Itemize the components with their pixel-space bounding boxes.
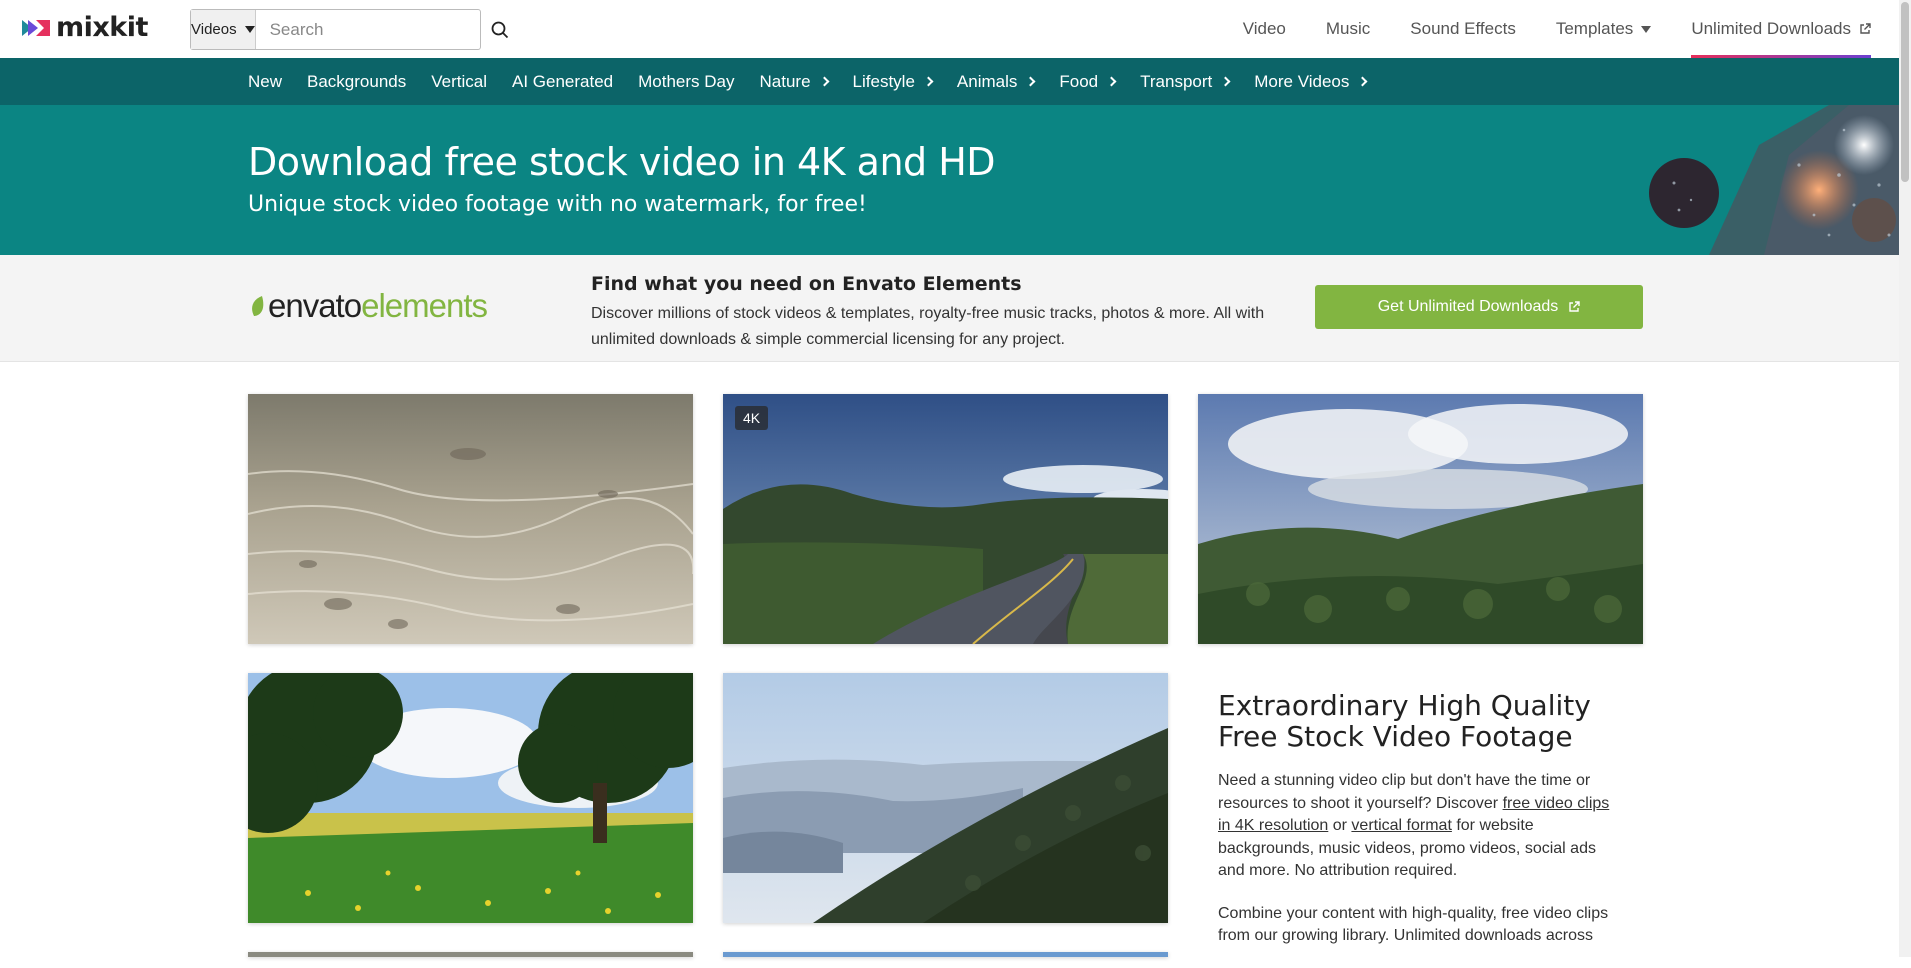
category-label: Backgrounds — [307, 71, 407, 91]
mixkit-logo-mark-icon — [22, 19, 50, 36]
video-card-green-valley[interactable] — [1198, 394, 1643, 644]
caret-down-icon — [244, 26, 255, 33]
logo-text: mixkit — [56, 12, 148, 43]
video-card-shallow-water[interactable] — [248, 394, 693, 644]
search-category-select[interactable]: Videos — [191, 10, 256, 49]
chevron-right-icon — [1025, 76, 1036, 87]
hero-banner: Download free stock video in 4K and HD U… — [0, 105, 1899, 255]
link-vertical-format[interactable]: vertical format — [1351, 817, 1451, 834]
mixkit-logo[interactable]: mixkit — [22, 12, 148, 43]
4k-badge: 4K — [735, 406, 769, 430]
category-label: Animals — [956, 71, 1018, 91]
category-vertical[interactable]: Vertical — [431, 72, 487, 92]
nav-unlimited-downloads[interactable]: Unlimited Downloads — [1691, 0, 1871, 58]
envato-description: Find what you need on Envato Elements Di… — [591, 273, 1281, 353]
search-button[interactable] — [491, 10, 509, 49]
chevron-right-icon — [819, 76, 829, 87]
chevron-right-icon — [1106, 76, 1117, 87]
nav-templates-label: Templates — [1555, 19, 1634, 38]
category-more-videos[interactable]: More Videos — [1254, 71, 1368, 92]
category-label: Vertical — [431, 71, 487, 91]
chevron-right-icon — [923, 76, 934, 87]
envato-logo-text: envato — [268, 287, 362, 324]
video-thumbnail — [723, 394, 1168, 644]
top-header: mixkit Videos Video Music Sound Effects … — [0, 0, 1899, 58]
search-icon — [491, 21, 508, 38]
nav-music[interactable]: Music — [1326, 0, 1370, 58]
nav-video[interactable]: Video — [1243, 0, 1286, 58]
hero-decorative-image — [1649, 105, 1899, 255]
info-title: Extraordinary High Quality Free Stock Vi… — [1218, 689, 1591, 753]
category-animals[interactable]: Animals — [956, 71, 1036, 92]
category-label: Food — [1059, 71, 1099, 91]
info-paragraph-2: Combine your content with high-quality, … — [1218, 904, 1609, 945]
category-food[interactable]: Food — [1059, 71, 1117, 92]
video-thumbnail — [248, 394, 693, 644]
button-label: Get Unlimited Downloads — [1377, 298, 1559, 315]
external-link-icon — [1860, 23, 1871, 34]
external-link-icon — [1569, 301, 1580, 312]
category-label: Mothers Day — [638, 71, 735, 91]
nav-unlimited-label: Unlimited Downloads — [1691, 19, 1851, 38]
category-label: Transport — [1140, 71, 1213, 91]
info-text: or — [1328, 817, 1352, 834]
video-card-tree-meadow[interactable] — [248, 673, 693, 923]
category-nature[interactable]: Nature — [759, 71, 829, 92]
video-thumbnail — [723, 673, 1168, 923]
chevron-right-icon — [1357, 76, 1368, 87]
info-section: Extraordinary High Quality Free Stock Vi… — [1218, 690, 1618, 968]
search-category-label: Videos — [191, 21, 237, 38]
video-thumbnail — [723, 952, 1168, 957]
category-ai-generated[interactable]: AI Generated — [512, 72, 613, 92]
video-card-partial[interactable] — [723, 952, 1168, 957]
video-thumbnail — [1198, 394, 1643, 644]
caret-down-icon — [1641, 25, 1652, 33]
nav-templates[interactable]: Templates — [1555, 0, 1652, 58]
envato-body: Discover millions of stock videos & temp… — [591, 305, 1265, 348]
category-mothers-day[interactable]: Mothers Day — [638, 72, 734, 92]
category-label: More Videos — [1254, 71, 1350, 91]
envato-elements-logo[interactable]: envato elements — [248, 287, 488, 325]
nav-video-label: Video — [1242, 19, 1286, 38]
page-scrollbar[interactable] — [1899, 0, 1911, 957]
category-bar: New Backgrounds Vertical AI Generated Mo… — [0, 58, 1899, 105]
category-label: Lifestyle — [852, 71, 915, 91]
category-label: Nature — [759, 71, 811, 91]
hero-subtitle: Unique stock video footage with no water… — [248, 192, 867, 217]
envato-leaf-icon — [252, 296, 264, 316]
category-label: New — [248, 71, 283, 91]
video-card-partial[interactable] — [248, 952, 693, 957]
video-card-mountain-road[interactable]: 4K — [723, 394, 1168, 644]
category-transport[interactable]: Transport — [1140, 71, 1231, 92]
hero-title: Download free stock video in 4K and HD — [248, 140, 996, 184]
get-unlimited-downloads-button[interactable]: Get Unlimited Downloads — [1315, 285, 1643, 329]
info-paragraph-1: Need a stunning video clip but don't hav… — [1218, 770, 1618, 883]
search-bar: Videos — [190, 9, 508, 50]
envato-heading: Find what you need on Envato Elements — [591, 273, 1022, 295]
elements-logo-text: elements — [361, 287, 488, 324]
main-nav: Video Music Sound Effects Templates Unli… — [1243, 0, 1871, 58]
video-card-forest-mountain[interactable] — [723, 673, 1168, 923]
video-thumbnail — [248, 673, 693, 923]
category-new[interactable]: New — [248, 72, 282, 92]
category-label: AI Generated — [512, 71, 614, 91]
nav-music-label: Music — [1325, 19, 1371, 38]
nav-sound-effects[interactable]: Sound Effects — [1410, 0, 1516, 58]
video-thumbnail — [248, 952, 693, 957]
nav-sound-effects-label: Sound Effects — [1410, 19, 1516, 38]
category-backgrounds[interactable]: Backgrounds — [307, 72, 406, 92]
category-lifestyle[interactable]: Lifestyle — [852, 71, 934, 92]
envato-promo: envato elements Find what you need on En… — [0, 255, 1899, 362]
search-input[interactable] — [255, 10, 491, 49]
chevron-right-icon — [1220, 76, 1231, 87]
scrollbar-thumb[interactable] — [1901, 2, 1909, 182]
